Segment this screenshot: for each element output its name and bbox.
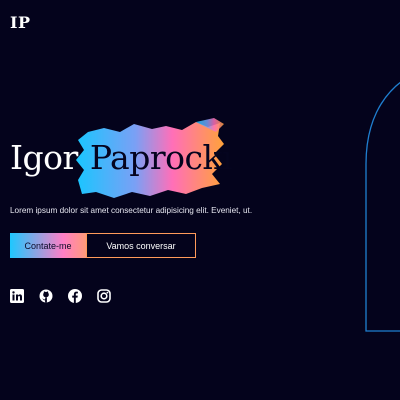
hero-name: Igor Paprocki (10, 138, 233, 177)
instagram-icon[interactable] (97, 289, 111, 303)
last-name: Paprocki (89, 138, 233, 177)
talk-button[interactable]: Vamos conversar (86, 233, 196, 258)
contact-button[interactable]: Contate-me (10, 233, 86, 258)
github-icon[interactable] (39, 289, 53, 303)
facebook-icon[interactable] (68, 289, 82, 303)
social-links (10, 289, 126, 303)
first-name: Igor (10, 138, 78, 177)
linkedin-icon[interactable] (10, 289, 24, 303)
logo[interactable]: IP (10, 13, 31, 32)
arch-outline (365, 81, 400, 332)
hero-description: Lorem ipsum dolor sit amet consectetur a… (10, 206, 253, 215)
